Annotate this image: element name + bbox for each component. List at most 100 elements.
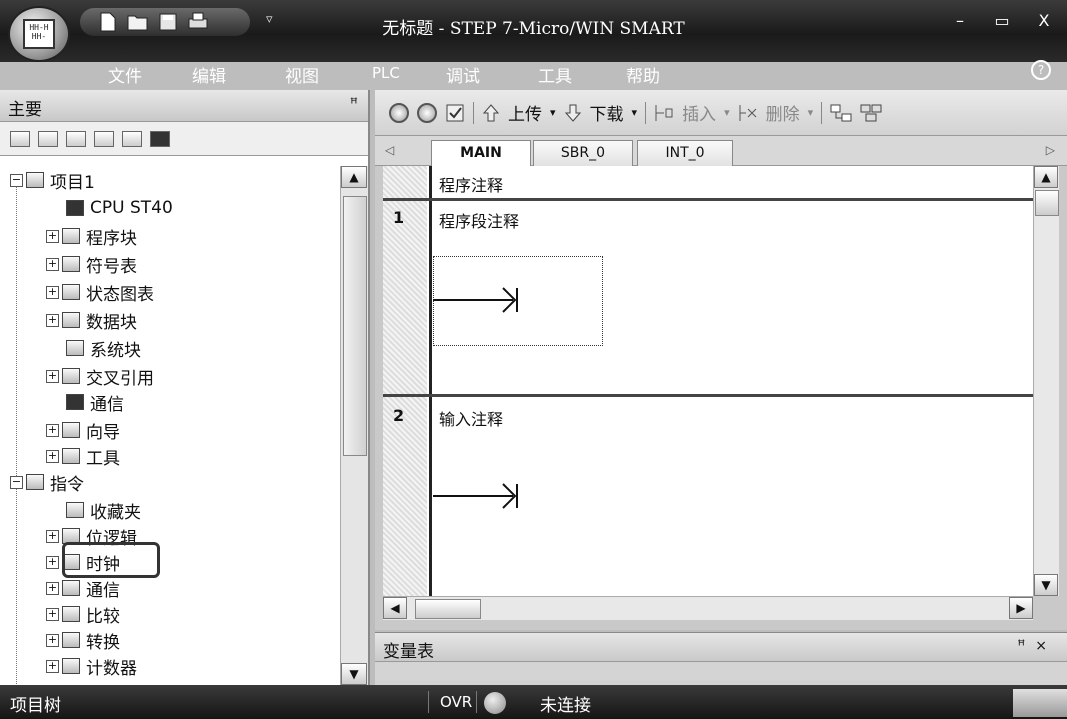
tree-item-tools[interactable]: + 工具 — [46, 444, 120, 469]
tree-item-communication[interactable]: 通信 — [66, 390, 124, 415]
tab-sbr-0[interactable]: SBR_0 — [533, 140, 633, 166]
scroll-right-icon[interactable]: ▶ — [1009, 597, 1033, 619]
expand-icon[interactable]: + — [46, 423, 59, 437]
pin-icon[interactable]: ꟸ — [1017, 638, 1035, 654]
tree-item-program-block[interactable]: + 程序块 — [46, 224, 137, 249]
chevron-down-icon[interactable]: ▾ — [632, 106, 638, 119]
minimize-button[interactable]: – — [947, 10, 973, 32]
tree-item-system-block[interactable]: 系统块 — [66, 336, 141, 361]
tree-tool-button-2[interactable] — [38, 130, 58, 147]
tree-item-cpu[interactable]: CPU ST40 — [66, 196, 173, 220]
program-comment[interactable]: 程序注释 — [439, 172, 503, 196]
tree-item-convert[interactable]: + 转换 — [46, 628, 120, 653]
tree-tool-button-4[interactable] — [94, 130, 114, 147]
expand-icon[interactable]: + — [46, 555, 59, 569]
tree-tool-button-5[interactable] — [122, 130, 142, 147]
status-text: 项目树 — [10, 696, 61, 716]
tree-item-favorites[interactable]: 收藏夹 — [66, 498, 141, 523]
lightning-icon — [62, 580, 80, 596]
chevron-down-icon[interactable]: ▾ — [550, 106, 556, 119]
delete-button[interactable]: 删除 — [766, 100, 800, 125]
tree-item-label: 向导 — [86, 422, 120, 443]
tree-item-compare[interactable]: + 比较 — [46, 602, 120, 627]
scrollbar-thumb[interactable] — [343, 196, 367, 456]
tree-item-instructions[interactable]: − 指令 — [10, 470, 84, 495]
expand-icon[interactable]: + — [46, 529, 59, 543]
tree-item-counter[interactable]: + 计数器 — [46, 654, 137, 679]
scroll-down-icon[interactable]: ▼ — [1034, 574, 1058, 596]
tree-item-wizard[interactable]: + 向导 — [46, 418, 120, 443]
help-icon[interactable]: ? — [1031, 60, 1051, 80]
toolbar-separator — [645, 101, 647, 124]
network-view-icon[interactable] — [830, 103, 852, 123]
network-view-2-icon[interactable] — [860, 103, 882, 123]
tree-tool-button-3[interactable] — [66, 130, 86, 147]
scroll-down-icon[interactable]: ▼ — [341, 663, 367, 685]
download-button[interactable]: 下载 — [590, 100, 624, 125]
close-button[interactable]: X — [1031, 10, 1057, 32]
expand-icon[interactable]: + — [46, 633, 59, 647]
ladder-editor-canvas[interactable]: 程序注释 1 程序段注释 2 输入注释 — [383, 166, 1033, 596]
tree-tool-button-1[interactable] — [10, 130, 30, 147]
upload-button[interactable]: 上传 — [508, 100, 542, 125]
toolbar-separator — [821, 101, 823, 124]
close-icon[interactable]: × — [1035, 638, 1057, 654]
scroll-up-icon[interactable]: ▲ — [1034, 166, 1058, 188]
tab-scroll-left-icon[interactable]: ◁ — [385, 143, 394, 157]
network-comment[interactable]: 输入注释 — [439, 406, 503, 430]
program-editor: 上传 ▾ 下载 ▾ 插入 ▾ 删除 ▾ ◁ MAIN SBR_0 INT_0 ▷… — [375, 90, 1067, 630]
menu-debug[interactable]: 调试 — [446, 62, 480, 87]
insert-button[interactable]: 插入 — [682, 100, 716, 125]
tree-item-data-block[interactable]: + 数据块 — [46, 308, 137, 333]
tab-main[interactable]: MAIN — [431, 140, 531, 166]
expand-icon[interactable]: + — [46, 257, 59, 271]
chevron-down-icon[interactable]: ▾ — [808, 106, 814, 119]
chevron-down-icon[interactable]: ▾ — [724, 106, 730, 119]
maximize-button[interactable]: ▭ — [989, 10, 1015, 32]
tree-item-symbol-table[interactable]: + 符号表 — [46, 252, 137, 277]
collapse-icon[interactable]: − — [10, 475, 23, 489]
tree-item-comm-instructions[interactable]: + 通信 — [46, 576, 120, 601]
status-separator — [428, 691, 429, 713]
network-gutter — [383, 166, 427, 596]
expand-icon[interactable]: + — [46, 607, 59, 621]
tree-item-cross-reference[interactable]: + 交叉引用 — [46, 364, 154, 389]
resize-grip[interactable] — [1013, 689, 1067, 717]
tree-item-label: 交叉引用 — [86, 368, 154, 389]
menu-file[interactable]: 文件 — [108, 62, 142, 87]
expand-icon[interactable]: + — [46, 659, 59, 673]
menu-tools[interactable]: 工具 — [538, 62, 572, 87]
scrollbar-thumb[interactable] — [1035, 190, 1059, 216]
pin-icon[interactable]: ꟸ — [350, 96, 358, 112]
menu-view[interactable]: 视图 — [285, 62, 319, 87]
tab-scroll-right-icon[interactable]: ▷ — [1046, 143, 1055, 157]
tree-item-label: 数据块 — [86, 312, 137, 333]
panel-title: 变量表 — [383, 642, 434, 662]
tree-scrollbar[interactable]: ▲ ▼ — [340, 166, 368, 685]
expand-icon[interactable]: + — [46, 285, 59, 299]
collapse-icon[interactable]: − — [10, 173, 23, 187]
menu-edit[interactable]: 编辑 — [192, 62, 226, 87]
compile-icon[interactable] — [445, 103, 465, 123]
editor-vertical-scrollbar[interactable]: ▲ ▼ — [1033, 166, 1059, 596]
tree-item-status-chart[interactable]: + 状态图表 — [46, 280, 154, 305]
network-comment[interactable]: 程序段注释 — [439, 208, 519, 232]
menu-plc[interactable]: PLC — [372, 64, 400, 82]
editor-horizontal-scrollbar[interactable]: ◀ ▶ — [383, 596, 1033, 620]
tab-int-0[interactable]: INT_0 — [637, 140, 733, 166]
tree-item-label: 指令 — [50, 474, 84, 495]
scroll-left-icon[interactable]: ◀ — [383, 597, 407, 619]
expand-icon[interactable]: + — [46, 369, 59, 383]
monitor-icon[interactable] — [150, 130, 170, 147]
expand-icon[interactable]: + — [46, 313, 59, 327]
run-icon[interactable] — [389, 102, 409, 123]
status-chart-icon — [62, 284, 80, 300]
scrollbar-thumb[interactable] — [415, 599, 481, 619]
menu-help[interactable]: 帮助 — [626, 62, 660, 87]
tree-item-project[interactable]: − 项目1 — [10, 168, 95, 193]
expand-icon[interactable]: + — [46, 449, 59, 463]
expand-icon[interactable]: + — [46, 229, 59, 243]
stop-icon[interactable] — [417, 102, 437, 123]
expand-icon[interactable]: + — [46, 581, 59, 595]
scroll-up-icon[interactable]: ▲ — [341, 166, 367, 188]
